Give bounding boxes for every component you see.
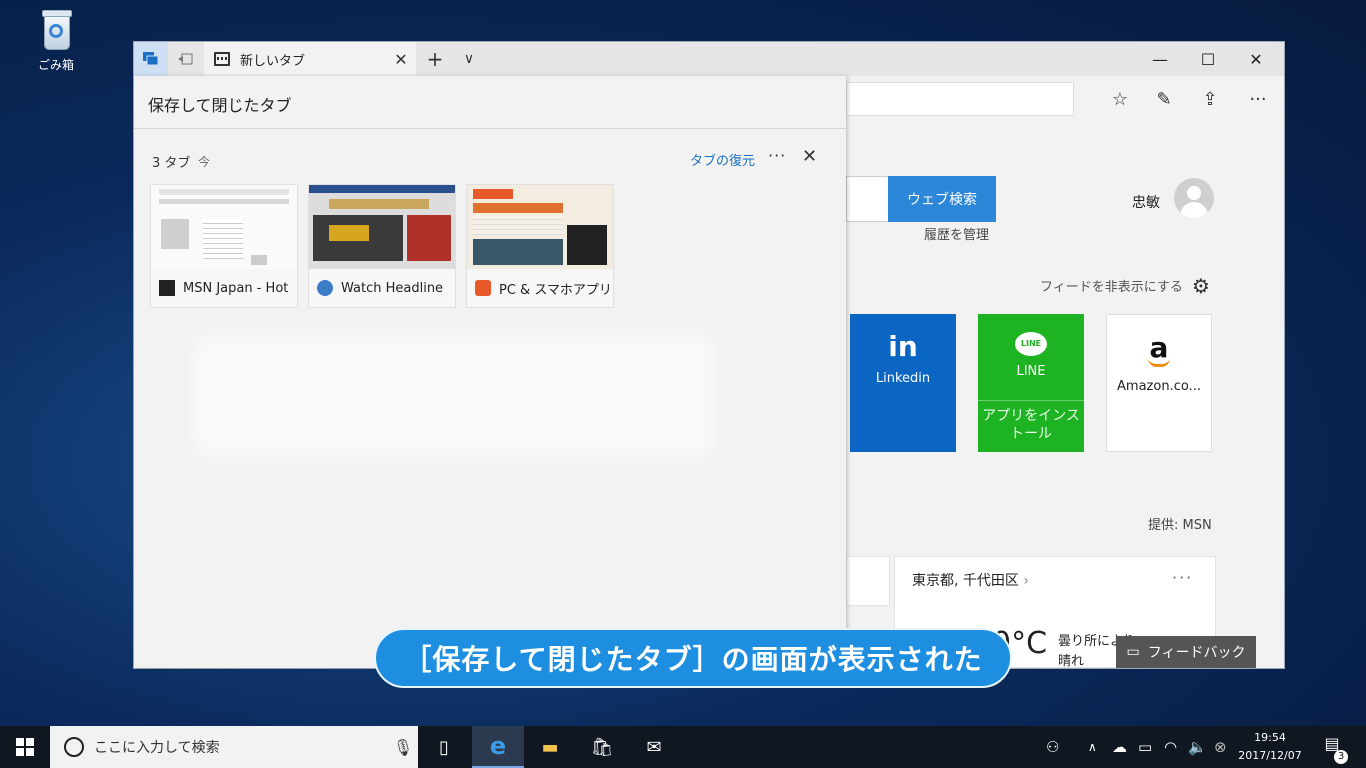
onedrive-cloud-icon[interactable]: ☁ (1112, 726, 1127, 768)
share-icon[interactable]: ⇪ (1190, 84, 1230, 114)
search-placeholder: ここに入力して検索 (94, 740, 220, 756)
tabs-aside-view-button[interactable] (134, 42, 168, 76)
people-icon[interactable]: ⚇ (1046, 726, 1059, 768)
volume-icon[interactable]: 🔈 (1188, 726, 1207, 768)
restore-tabs-link[interactable]: タブの復元 (690, 150, 755, 169)
recycle-bin-icon (36, 8, 76, 52)
battery-icon[interactable]: ▭ (1138, 726, 1152, 768)
new-tab-button[interactable]: + (418, 42, 452, 76)
tab-preview-toggle[interactable]: ∨ (452, 42, 486, 76)
top-site-tile-amazon[interactable]: a Amazon.co... (1106, 314, 1212, 452)
hide-feed-link[interactable]: フィードを非表示にする (1040, 276, 1183, 295)
tabs-stack-icon (143, 52, 159, 66)
news-card-partial[interactable] (846, 556, 890, 606)
start-button[interactable] (0, 726, 50, 768)
panel-title: 保存して閉じたタブ (148, 96, 292, 115)
group-close-button[interactable]: ✕ (802, 146, 817, 167)
new-tab-icon (214, 52, 230, 66)
saved-tab-title: PC & スマホアプリの (499, 282, 613, 298)
task-view-icon: ▯ (439, 736, 449, 758)
saved-tab-thumbnail[interactable]: Watch Headline (308, 184, 456, 308)
edge-window: 新しいタブ ✕ + ∨ — ☐ ✕ ☆ ✎ ⇪ ··· ウェブ検索 履歴を管理 … (134, 42, 1284, 669)
saved-tab-thumbnail[interactable]: MSN Japan - Hot (150, 184, 298, 308)
tab-group-count: 3 タブ (152, 156, 191, 171)
wifi-icon[interactable]: ◠ (1164, 726, 1177, 768)
maximize-button[interactable]: ☐ (1184, 42, 1232, 76)
saved-tab-thumbnail[interactable]: PC & スマホアプリの (466, 184, 614, 308)
page-preview-image (309, 185, 455, 269)
web-search-button[interactable]: ウェブ検索 (888, 176, 996, 222)
set-aside-tabs-button[interactable] (168, 42, 202, 76)
divider (134, 128, 846, 129)
blur-overlay (194, 336, 714, 456)
top-site-tile-linkedin[interactable]: in Linkedin (850, 314, 956, 452)
install-app-link[interactable]: アプリをインストール (978, 400, 1084, 452)
mail-icon: ✉ (646, 736, 662, 758)
chevron-up-icon[interactable]: ∧ (1088, 726, 1097, 768)
watch-favicon-icon (317, 280, 333, 296)
web-search-input[interactable] (846, 176, 888, 222)
weather-more-button[interactable]: ··· (1172, 568, 1193, 587)
avatar[interactable] (1174, 178, 1214, 218)
dekiru-favicon-icon (475, 280, 491, 296)
edge-icon: e (489, 732, 507, 760)
clock-date: 2017/12/07 (1238, 749, 1302, 762)
saved-tab-title: Watch Headline (341, 280, 444, 296)
taskbar-mail[interactable]: ✉ (628, 726, 680, 768)
favorites-star-icon[interactable]: ☆ (1100, 84, 1140, 114)
taskbar-clock[interactable]: 19:54 2017/12/07 (1234, 729, 1306, 765)
windows-logo-icon (16, 738, 34, 756)
clock-time: 19:54 (1254, 731, 1286, 744)
feedback-button[interactable]: ▭ フィードバック (1116, 636, 1256, 668)
set-aside-icon (178, 53, 193, 65)
more-menu-icon[interactable]: ··· (1238, 84, 1278, 114)
store-bag-icon: 🛍 (590, 736, 614, 758)
action-center-button[interactable]: ▤ 3 (1318, 734, 1348, 764)
task-view-button[interactable]: ▯ (418, 726, 470, 768)
recycle-bin-label: ごみ箱 (37, 58, 74, 72)
tab-title: 新しいタブ (240, 53, 306, 69)
tile-label: LINE (1016, 364, 1046, 379)
taskbar-edge[interactable]: e (472, 726, 524, 768)
recycle-bin-shortcut[interactable]: ごみ箱 (24, 8, 88, 73)
feed-provider: 提供: MSN (1148, 518, 1212, 533)
saved-tabs-panel: 保存して閉じたタブ 3 タブ 今 タブの復元 ··· ✕ MSN Japan -… (134, 76, 846, 668)
microphone-icon[interactable]: 🎙 (388, 738, 418, 757)
cortana-icon (64, 737, 84, 757)
group-more-button[interactable]: ··· (768, 146, 786, 165)
msn-favicon-icon (159, 280, 175, 296)
tab-new-tab[interactable]: 新しいタブ ✕ (204, 42, 416, 76)
manage-history-link[interactable]: 履歴を管理 (924, 224, 989, 243)
line-logo-icon: LINE (1015, 332, 1047, 356)
chevron-right-icon: › (1023, 573, 1029, 589)
tab-group-time: 今 (198, 155, 211, 169)
address-bar[interactable] (846, 82, 1074, 116)
tab-close-button[interactable]: ✕ (386, 50, 416, 69)
notification-badge: 3 (1334, 750, 1348, 764)
top-site-tile-line[interactable]: LINE LINE アプリをインストール (978, 314, 1084, 452)
taskbar-store[interactable]: 🛍 (576, 726, 628, 768)
input-disabled-icon[interactable]: ⊗ (1214, 726, 1227, 768)
web-note-pen-icon[interactable]: ✎ (1144, 84, 1184, 114)
tile-label: Linkedin (875, 371, 931, 386)
tab-bar: 新しいタブ ✕ + ∨ — ☐ ✕ (134, 42, 1284, 76)
folder-icon: ▬ (541, 736, 559, 758)
close-window-button[interactable]: ✕ (1232, 42, 1280, 76)
page-preview-image (467, 185, 613, 269)
weather-location[interactable]: 東京都, 千代田区 › (912, 570, 1029, 590)
taskbar-explorer[interactable]: ▬ (524, 726, 576, 768)
linkedin-logo-icon: in (888, 330, 918, 363)
tile-label: Amazon.co... (1117, 379, 1201, 394)
feedback-icon: ▭ (1126, 644, 1140, 660)
minimize-button[interactable]: — (1136, 42, 1184, 76)
taskbar-search-box[interactable]: ここに入力して検索 🎙 (50, 726, 418, 768)
user-name: 忠敏 (1132, 195, 1160, 211)
caption-subtitle: ［保存して閉じたタブ］の画面が表示された (374, 628, 1012, 688)
page-preview-image (151, 185, 297, 269)
gear-icon[interactable]: ⚙ (1192, 274, 1210, 298)
saved-tab-title: MSN Japan - Hot (183, 280, 289, 296)
amazon-logo-icon: a (1149, 331, 1169, 364)
